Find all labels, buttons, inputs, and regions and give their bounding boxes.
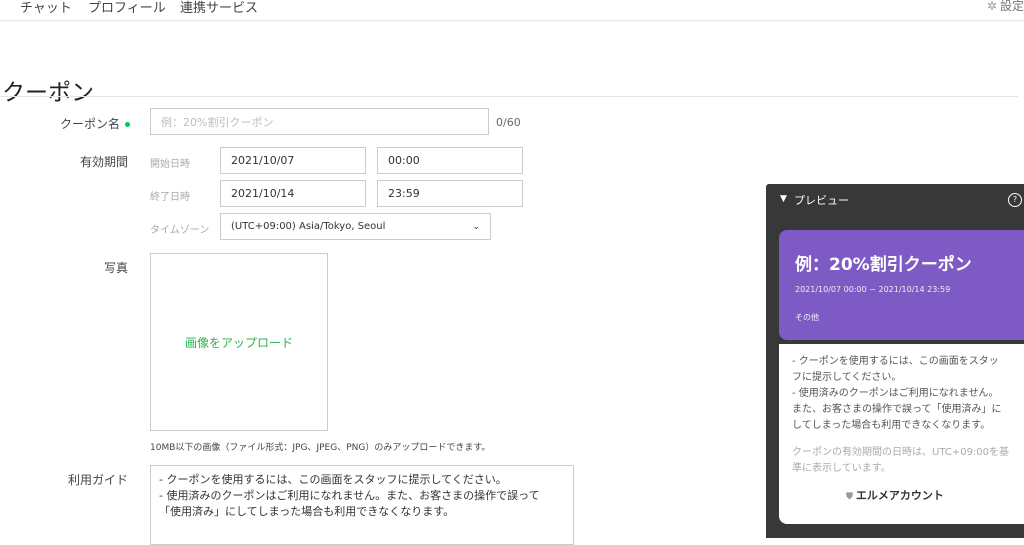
guide-line: - 使用済みのクーポンはご利用になれません。また、お客さまの操作で誤って xyxy=(159,489,540,502)
top-nav: チャット プロフィール 連携サービス ✲ 設定 xyxy=(0,0,1024,21)
preview-title: プレビュー xyxy=(794,194,849,207)
help-icon[interactable]: ? xyxy=(1008,193,1022,207)
page-title: クーポン xyxy=(2,80,94,107)
upload-note: 10MB以下の画像（ファイル形式：JPG、JPEG、PNG）のみアップロードでき… xyxy=(150,443,491,453)
settings-label: 設定 xyxy=(999,0,1024,13)
preview-guide-line: - クーポンを使用するには、この画面をスタッ xyxy=(792,356,999,367)
gear-icon: ✲ xyxy=(986,0,997,13)
preview-guide-line: - 使用済みのクーポンはご利用になれません。 xyxy=(792,388,999,399)
tab-chat[interactable]: チャット xyxy=(20,0,72,16)
preview-timezone-note: クーポンの有効期間の日時は、UTC+09:00を基 準に表示しています。 xyxy=(792,445,1017,477)
preview-guide-line: してしまった場合も利用できなくなります。 xyxy=(792,420,991,431)
preview-note-line: 準に表示しています。 xyxy=(792,463,891,474)
preview-panel: ▼ プレビュー ? 例：20%割引クーポン 2021/10/07 00:00 ~… xyxy=(766,184,1024,538)
preview-account: ⛊ エルメアカウント xyxy=(779,487,1011,503)
coupon-preview-category: その他 xyxy=(795,313,819,322)
end-time-input[interactable]: 23:59 xyxy=(377,180,523,207)
timezone-label: タイムゾーン xyxy=(150,225,210,236)
start-date-input[interactable]: 2021/10/07 xyxy=(220,147,366,174)
coupon-preview-card: 例：20%割引クーポン 2021/10/07 00:00 ~ 2021/10/1… xyxy=(779,230,1024,340)
coupon-name-label-text: クーポン名 xyxy=(59,117,120,131)
coupon-preview-title: 例：20%割引クーポン xyxy=(795,255,972,275)
char-counter: 0/60 xyxy=(496,116,521,129)
timezone-value: (UTC+09:00) Asia/Tokyo, Seoul xyxy=(231,221,386,232)
preview-note-line: クーポンの有効期間の日時は、UTC+09:00を基 xyxy=(792,447,1010,458)
shield-icon: ⛊ xyxy=(846,492,853,502)
upload-image-link[interactable]: 画像をアップロード xyxy=(185,334,293,351)
preview-guide-text: - クーポンを使用するには、この画面をスタッ フに提示してください。 - 使用済… xyxy=(792,354,1017,434)
photo-label: 写真 xyxy=(103,261,128,275)
start-datetime-label: 開始日時 xyxy=(150,159,190,170)
end-datetime-label: 終了日時 xyxy=(150,192,190,203)
chevron-down-icon: ⌄ xyxy=(472,221,480,232)
start-time-input[interactable]: 00:00 xyxy=(377,147,523,174)
end-date-input[interactable]: 2021/10/14 xyxy=(220,180,366,207)
coupon-name-input[interactable]: 例：20%割引クーポン xyxy=(150,108,489,135)
account-name: エルメアカウント xyxy=(855,489,944,502)
title-divider xyxy=(0,96,1018,97)
preview-guide-line: また、お客さまの操作で誤って「使用済み」に xyxy=(792,404,1002,415)
preview-header[interactable]: ▼ プレビュー ? xyxy=(766,184,1024,216)
coupon-preview-body: - クーポンを使用するには、この画面をスタッ フに提示してください。 - 使用済… xyxy=(779,344,1024,524)
coupon-preview-dates: 2021/10/07 00:00 ~ 2021/10/14 23:59 xyxy=(795,285,951,294)
tab-profile[interactable]: プロフィール xyxy=(88,0,166,16)
guide-label: 利用ガイド xyxy=(67,473,128,487)
settings-link[interactable]: ✲ 設定 xyxy=(987,0,1024,14)
guide-textarea[interactable]: - クーポンを使用するには、この画面をスタッフに提示してください。 - 使用済み… xyxy=(150,465,574,545)
guide-line: 「使用済み」にしてしまった場合も利用できなくなります。 xyxy=(159,505,455,518)
tab-integrations[interactable]: 連携サービス xyxy=(180,0,258,16)
timezone-select[interactable]: (UTC+09:00) Asia/Tokyo, Seoul ⌄ xyxy=(220,213,491,240)
caret-down-icon: ▼ xyxy=(780,194,787,204)
preview-guide-line: フに提示してください。 xyxy=(792,372,902,383)
coupon-name-label: クーポン名 xyxy=(40,115,130,132)
image-upload-area[interactable]: 画像をアップロード xyxy=(150,253,328,431)
validity-label: 有効期間 xyxy=(79,155,128,169)
guide-line: - クーポンを使用するには、この画面をスタッフに提示してください。 xyxy=(159,473,507,486)
required-indicator xyxy=(125,122,130,127)
